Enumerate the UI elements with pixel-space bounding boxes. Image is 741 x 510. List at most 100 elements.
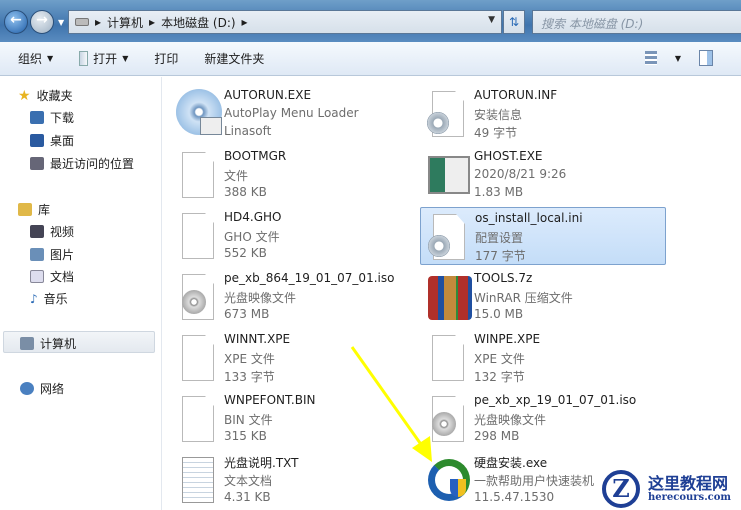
file-size: 1.83 MB	[474, 185, 524, 199]
sidebar-item-videos[interactable]: 视频	[30, 223, 74, 240]
desktop-icon	[30, 134, 44, 147]
file-type: WinRAR 压缩文件	[474, 291, 573, 305]
history-dropdown-icon[interactable]: ▼	[58, 18, 64, 27]
file-item[interactable]: BOOTMGR 文件 388 KB	[170, 146, 410, 204]
music-icon: ♪	[30, 291, 38, 306]
file-item[interactable]: 光盘说明.TXT 文本文档 4.31 KB	[170, 451, 410, 509]
watermark: Z 这里教程网 herecours.com	[598, 468, 741, 510]
label: 视频	[50, 225, 75, 239]
search-input[interactable]: 搜索 本地磁盘 (D:)	[532, 10, 741, 34]
disc-image-icon	[176, 272, 216, 320]
file-name: AUTORUN.INF	[474, 88, 558, 102]
file-icon	[176, 394, 216, 442]
library-icon	[18, 203, 32, 216]
back-button[interactable]: ←	[4, 10, 28, 34]
text-file-icon	[176, 455, 216, 503]
watermark-title: 这里教程网	[648, 474, 729, 493]
navigation-pane: ★ 收藏夹 下载 桌面 最近访问的位置 库 视频 图片 文档 ♪ 音乐 计算机 网络	[0, 77, 162, 510]
address-dropdown-icon[interactable]: ▼	[488, 15, 495, 25]
file-icon	[176, 333, 216, 381]
chevron-right-icon[interactable]: ▸	[149, 15, 155, 29]
file-item[interactable]: AUTORUN.EXE AutoPlay Menu Loader Linasoft	[170, 85, 410, 143]
preview-pane-icon[interactable]	[699, 50, 713, 66]
file-icon	[426, 333, 466, 381]
file-item[interactable]: AUTORUN.INF 安装信息 49 字节	[420, 85, 660, 143]
sidebar-item-desktop[interactable]: 桌面	[30, 132, 74, 149]
breadcrumb-computer[interactable]: 计算机	[107, 14, 143, 31]
refresh-button[interactable]: ⇅	[503, 10, 525, 34]
network-icon	[20, 382, 34, 395]
documents-icon	[30, 270, 44, 283]
view-dropdown-icon[interactable]: ▼	[675, 54, 681, 63]
file-name: TOOLS.7z	[474, 271, 533, 285]
file-item[interactable]: pe_xb_864_19_01_07_01.iso 光盘映像文件 673 MB	[170, 268, 410, 326]
caret-down-icon: ▼	[122, 54, 129, 63]
watermark-url: herecours.com	[648, 492, 732, 503]
sidebar-item-downloads[interactable]: 下载	[30, 109, 74, 126]
app-window-icon	[426, 150, 470, 198]
file-list: AUTORUN.EXE AutoPlay Menu Loader Linasoft A…	[163, 77, 741, 510]
downloads-icon	[30, 111, 44, 124]
file-name: pe_xb_864_19_01_07_01.iso	[224, 271, 395, 285]
videos-icon	[30, 225, 44, 238]
file-type: 2020/8/21 9:26	[474, 167, 567, 181]
file-item[interactable]: WNPEFONT.BIN BIN 文件 315 KB	[170, 390, 410, 448]
sidebar-item-computer[interactable]: 计算机	[20, 335, 76, 352]
sidebar-item-pictures[interactable]: 图片	[30, 246, 74, 263]
file-name: WINPE.XPE	[474, 332, 541, 346]
label: 文档	[50, 270, 75, 284]
file-item[interactable]: WINPE.XPE XPE 文件 132 字节	[420, 329, 660, 387]
file-size: 4.31 KB	[224, 490, 271, 504]
open-button[interactable]: 打开 ▼	[79, 50, 128, 67]
breadcrumb-drive-d[interactable]: 本地磁盘 (D:)	[161, 14, 235, 31]
label: 收藏夹	[36, 89, 73, 103]
file-size: 177 字节	[475, 249, 526, 263]
file-type: XPE 文件	[224, 352, 275, 366]
file-item[interactable]: HD4.GHO GHO 文件 552 KB	[170, 207, 410, 265]
organize-button[interactable]: 组织 ▼	[18, 50, 53, 67]
sidebar-item-music[interactable]: ♪ 音乐	[30, 290, 68, 307]
file-size: 133 字节	[224, 370, 275, 384]
sidebar-item-favorites[interactable]: ★ 收藏夹	[18, 87, 73, 104]
sidebar-item-libraries[interactable]: 库	[18, 201, 50, 218]
address-bar[interactable]: ▸ 计算机 ▸ 本地磁盘 (D:) ▸ ▼	[68, 10, 502, 34]
file-name: 硬盘安装.exe	[474, 456, 548, 470]
file-item[interactable]: GHOST.EXE 2020/8/21 9:26 1.83 MB	[420, 146, 660, 204]
forward-arrow-icon: →	[36, 12, 48, 28]
label: 桌面	[50, 134, 75, 148]
file-item[interactable]: pe_xb_xp_19_01_07_01.iso 光盘映像文件 298 MB	[420, 390, 660, 448]
change-view-icon[interactable]	[644, 51, 657, 65]
label: 网络	[40, 382, 65, 396]
file-size: 132 字节	[474, 370, 525, 384]
file-name: pe_xb_xp_19_01_07_01.iso	[474, 393, 637, 407]
autoplay-icon	[176, 89, 222, 137]
label: 图片	[50, 248, 75, 262]
file-item[interactable]: os_install_local.ini 配置设置 177 字节	[420, 207, 666, 265]
file-name: HD4.GHO	[224, 210, 282, 224]
print-button[interactable]: 打印	[154, 50, 178, 67]
file-size: 298 MB	[474, 429, 520, 443]
winrar-icon	[426, 272, 472, 320]
sidebar-item-network[interactable]: 网络	[20, 380, 64, 397]
file-item[interactable]: TOOLS.7z WinRAR 压缩文件 15.0 MB	[420, 268, 660, 326]
sidebar-item-recent[interactable]: 最近访问的位置	[30, 155, 134, 172]
file-size: 11.5.47.1530	[474, 490, 555, 504]
watermark-logo: Z	[602, 470, 640, 508]
file-type: BIN 文件	[224, 413, 273, 427]
file-icon	[176, 211, 216, 259]
chevron-right-icon[interactable]: ▸	[242, 15, 248, 29]
chevron-right-icon[interactable]: ▸	[95, 15, 101, 29]
sidebar-item-documents[interactable]: 文档	[30, 268, 74, 285]
file-type: GHO 文件	[224, 230, 280, 244]
new-folder-button[interactable]: 新建文件夹	[204, 50, 264, 67]
file-type: 一款帮助用户快速装机	[474, 474, 595, 488]
label: 下载	[50, 111, 75, 125]
forward-button[interactable]: →	[30, 10, 54, 34]
file-item[interactable]: WINNT.XPE XPE 文件 133 字节	[170, 329, 410, 387]
pictures-icon	[30, 248, 44, 261]
file-type: XPE 文件	[474, 352, 525, 366]
label: 计算机	[40, 337, 77, 351]
settings-file-icon	[426, 89, 466, 137]
installer-icon	[426, 455, 470, 503]
file-size: Linasoft	[224, 124, 272, 138]
